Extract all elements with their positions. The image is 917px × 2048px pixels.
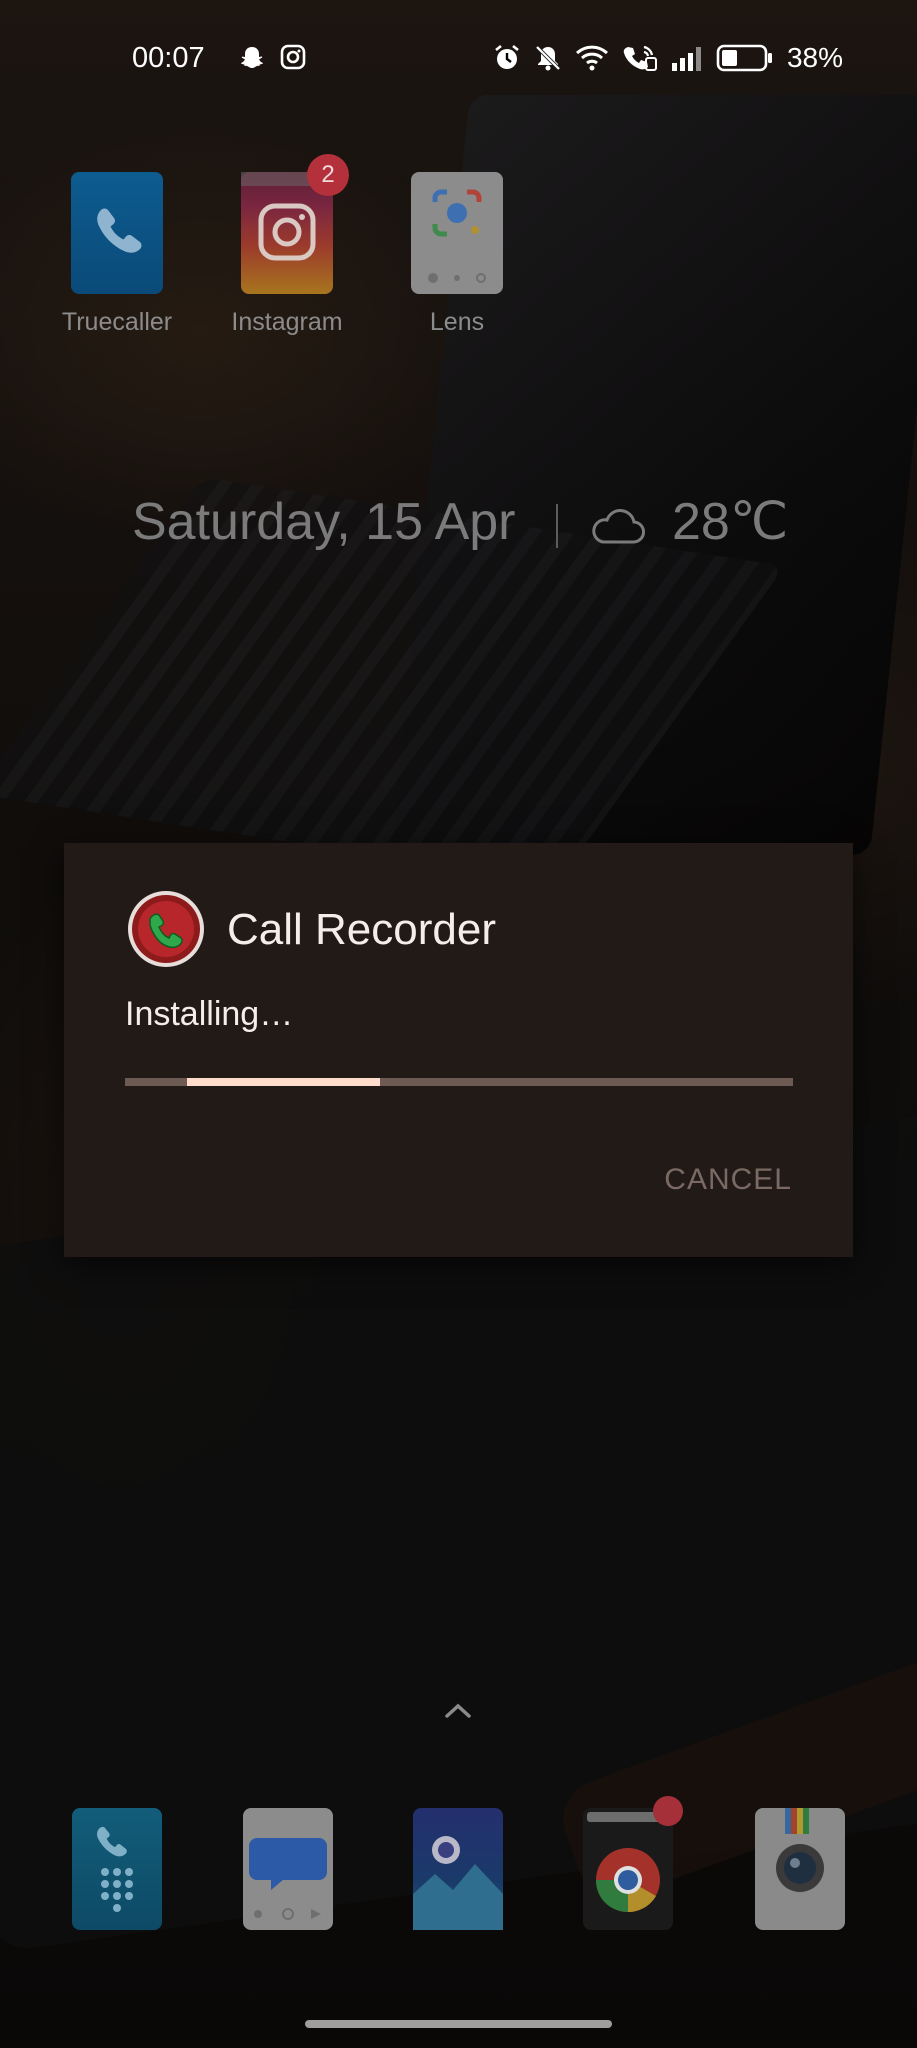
alarm-icon bbox=[493, 44, 521, 72]
app-truecaller[interactable]: Truecaller bbox=[42, 172, 192, 337]
dock-camera-icon[interactable] bbox=[755, 1808, 845, 1930]
dock-gallery-icon[interactable] bbox=[413, 1808, 503, 1930]
battery-icon bbox=[716, 44, 774, 72]
date-weather-widget[interactable]: Saturday, 15 Apr 28℃ bbox=[132, 492, 832, 562]
app-label: Lens bbox=[429, 308, 485, 336]
notification-badge: 2 bbox=[307, 154, 349, 196]
app-instagram[interactable]: 2 Instagram bbox=[212, 154, 362, 337]
lens-icon bbox=[411, 172, 503, 294]
install-progress-bar bbox=[125, 1078, 793, 1086]
status-bar: 00:07 38% bbox=[0, 38, 917, 78]
app-label: Instagram bbox=[231, 308, 343, 336]
mute-icon bbox=[534, 44, 562, 72]
wifi-icon bbox=[575, 44, 609, 72]
dock-phone-dialer-icon[interactable] bbox=[72, 1808, 162, 1930]
widget-date: Saturday, 15 Apr bbox=[132, 493, 516, 551]
instagram-status-icon bbox=[280, 44, 306, 72]
chrome-notification-dot bbox=[653, 1796, 683, 1826]
system-status-icons: 38% bbox=[493, 42, 843, 74]
gesture-home-bar[interactable] bbox=[305, 2020, 612, 2028]
dock-chrome-icon[interactable] bbox=[583, 1796, 683, 1930]
battery-percentage: 38% bbox=[786, 42, 843, 73]
app-drawer-chevron-icon[interactable] bbox=[441, 1700, 475, 1722]
call-recorder-app-icon bbox=[126, 889, 206, 969]
phone-icon bbox=[71, 172, 163, 294]
signal-icon bbox=[671, 45, 703, 71]
widget-divider bbox=[556, 504, 558, 548]
notification-icons bbox=[238, 44, 306, 72]
snapchat-icon bbox=[238, 44, 266, 72]
app-lens[interactable]: Lens bbox=[382, 172, 532, 337]
dialog-title: Call Recorder bbox=[227, 905, 496, 954]
status-time: 00:07 bbox=[132, 42, 205, 74]
widget-temperature: 28℃ bbox=[672, 493, 789, 551]
dialog-message: Installing… bbox=[125, 995, 294, 1033]
progress-indicator bbox=[187, 1078, 380, 1086]
cloud-icon bbox=[587, 502, 647, 548]
install-dialog: Call Recorder Installing… CANCEL bbox=[64, 843, 853, 1257]
instagram-icon: 2 bbox=[241, 154, 349, 294]
cancel-button[interactable]: CANCEL bbox=[664, 1163, 792, 1197]
dock-messages-icon[interactable] bbox=[243, 1808, 333, 1930]
app-label: Truecaller bbox=[61, 308, 173, 336]
volte-call-icon bbox=[622, 44, 658, 72]
